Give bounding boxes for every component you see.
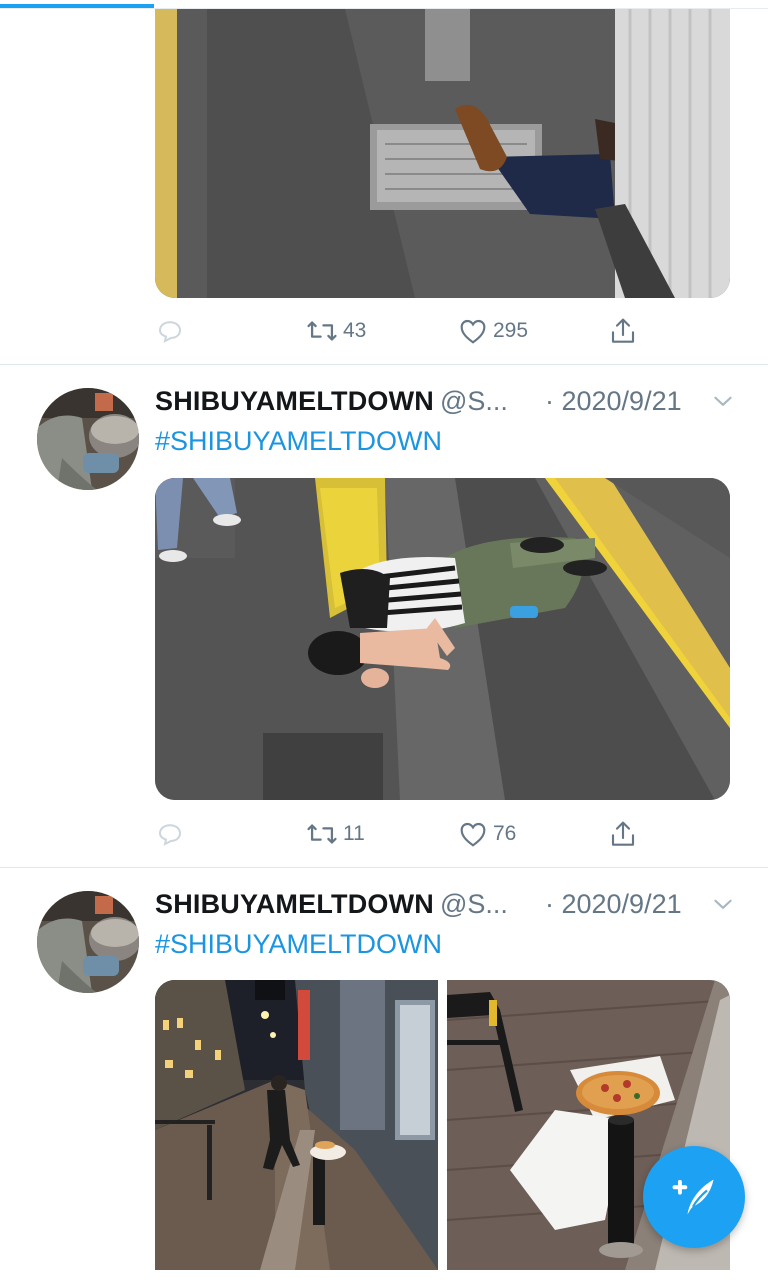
tweet-hashtag[interactable]: #SHIBUYAMELTDOWN xyxy=(155,927,442,961)
platform-photo-person-lying xyxy=(155,478,730,800)
share-button[interactable] xyxy=(607,814,639,854)
tweet-actions: 43 295 xyxy=(155,311,655,351)
retweet-button[interactable]: 43 xyxy=(305,311,366,351)
chevron-down-icon[interactable] xyxy=(710,388,736,414)
tweet-hashtag[interactable]: #SHIBUYAMELTDOWN xyxy=(155,424,442,458)
retweet-button[interactable]: 11 xyxy=(305,814,365,854)
tweet-actions: 11 76 xyxy=(155,814,655,854)
tweet-card[interactable]: 43 295 xyxy=(0,0,768,365)
compose-tweet-button[interactable] xyxy=(643,1146,745,1248)
avatar-image xyxy=(37,891,139,993)
tweet-date[interactable]: · 2020/9/21 xyxy=(545,384,682,418)
retweet-icon xyxy=(307,321,337,341)
chevron-down-icon[interactable] xyxy=(710,891,736,917)
like-count: 76 xyxy=(493,822,517,845)
avatar[interactable] xyxy=(37,891,139,993)
photo-grid-images xyxy=(155,980,730,1270)
reply-icon xyxy=(158,321,182,343)
compose-tweet-icon xyxy=(672,1179,714,1215)
like-icon xyxy=(460,822,486,847)
like-icon xyxy=(460,319,486,344)
share-icon xyxy=(611,318,635,343)
tweet-header: SHIBUYAMELTDOWN @S... · 2020/9/21 xyxy=(155,384,740,418)
share-icon xyxy=(611,821,635,846)
avatar[interactable] xyxy=(37,388,139,490)
author-handle[interactable]: @S... xyxy=(440,386,508,416)
avatar-image xyxy=(37,388,139,490)
tweet-date[interactable]: · 2020/9/21 xyxy=(545,887,682,921)
reply-button[interactable] xyxy=(155,814,185,854)
retweet-count: 11 xyxy=(343,822,365,845)
tweet-header: SHIBUYAMELTDOWN @S... · 2020/9/21 xyxy=(155,887,740,921)
retweet-count: 43 xyxy=(343,319,367,342)
tweet-card[interactable]: SHIBUYAMELTDOWN @S... · 2020/9/21 #SHIBUY… xyxy=(0,365,768,868)
author-display-name[interactable]: SHIBUYAMELTDOWN xyxy=(155,386,434,416)
platform-photo-feet xyxy=(155,9,730,298)
street-photo[interactable] xyxy=(155,980,438,1270)
author-handle[interactable]: @S... xyxy=(440,889,508,919)
reply-icon xyxy=(158,824,182,846)
share-button[interactable] xyxy=(607,311,639,351)
like-button[interactable]: 295 xyxy=(457,311,528,351)
author-display-name[interactable]: SHIBUYAMELTDOWN xyxy=(155,889,434,919)
tweet-photo-grid xyxy=(155,980,730,1270)
tweet-photo[interactable] xyxy=(155,478,730,800)
like-button[interactable]: 76 xyxy=(457,814,516,854)
like-count: 295 xyxy=(493,319,529,342)
retweet-icon xyxy=(307,824,337,844)
tweet-photo[interactable] xyxy=(155,9,730,298)
reply-button[interactable] xyxy=(155,311,185,351)
